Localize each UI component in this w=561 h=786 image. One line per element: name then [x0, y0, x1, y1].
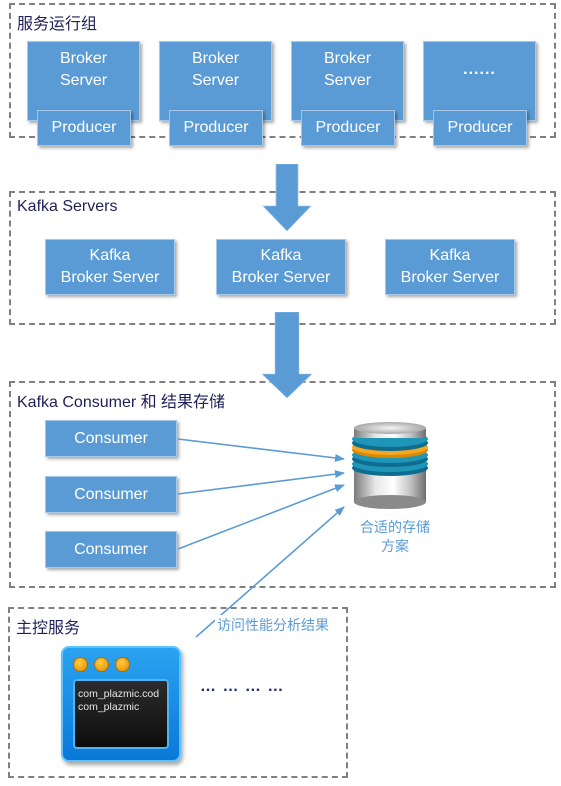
more-services-ellipsis: … … … …: [200, 678, 285, 695]
kafka-broker-server-3[interactable]: Kafka Broker Server: [385, 239, 515, 295]
broker-label-line1: Broker: [59, 50, 108, 67]
window-dot-3: [115, 657, 130, 672]
broker-label-line2: Server: [191, 72, 240, 89]
consumer-2[interactable]: Consumer: [45, 476, 177, 513]
storage-label-line1: 合适的存储: [360, 519, 430, 535]
terminal-line: com_plazmic: [78, 701, 140, 713]
kafka-broker-server-2[interactable]: Kafka Broker Server: [216, 239, 346, 295]
broker-more-ellipsis: ......: [463, 61, 496, 78]
kafka-label-line1: Kafka: [89, 247, 131, 264]
kafka-label-line1: Kafka: [429, 247, 471, 264]
window-dot-1: [73, 657, 88, 672]
terminal-screen: com_plazmic.cod com_plazmic: [73, 679, 169, 749]
consumer-storage-title: Kafka Consumer 和 结果存储: [17, 394, 226, 411]
producer-2[interactable]: Producer: [169, 110, 263, 146]
broker-server-3[interactable]: Broker Server: [291, 41, 404, 121]
broker-label-line1: Broker: [323, 50, 372, 67]
master-service-title: 主控服务: [16, 620, 81, 637]
broker-label-line1: Broker: [191, 50, 240, 67]
down-arrow-2: [262, 312, 312, 399]
producer-4[interactable]: Producer: [433, 110, 527, 146]
kafka-label-line2: Broker Server: [400, 269, 500, 286]
storage-label-line2: 方案: [381, 538, 409, 554]
broker-server-1[interactable]: Broker Server: [27, 41, 140, 121]
service-group-title: 服务运行组: [17, 16, 98, 33]
window-dot-2: [94, 657, 109, 672]
broker-server-2[interactable]: Broker Server: [159, 41, 272, 121]
consumer-3[interactable]: Consumer: [45, 531, 177, 568]
kafka-label-line2: Broker Server: [60, 269, 160, 286]
broker-server-more[interactable]: ......: [423, 41, 536, 121]
producer-1[interactable]: Producer: [37, 110, 131, 146]
access-analysis-label: 访问性能分析结果: [215, 615, 331, 635]
down-arrow-1-head: [262, 164, 312, 232]
kafka-label-line1: Kafka: [260, 247, 302, 264]
kafka-label-line2: Broker Server: [231, 269, 331, 286]
broker-label-line2: Server: [59, 72, 108, 89]
terminal-line: com_plazmic.cod: [78, 688, 160, 700]
kafka-servers-title: Kafka Servers: [17, 198, 118, 215]
broker-label-line2: Server: [323, 72, 372, 89]
kafka-broker-server-1[interactable]: Kafka Broker Server: [45, 239, 175, 295]
consumer-1[interactable]: Consumer: [45, 420, 177, 457]
database-icon: [352, 422, 428, 509]
storage-label: 合适的存储 方案: [345, 518, 445, 556]
terminal-window-icon: com_plazmic.cod com_plazmic: [61, 646, 181, 762]
producer-3[interactable]: Producer: [301, 110, 395, 146]
